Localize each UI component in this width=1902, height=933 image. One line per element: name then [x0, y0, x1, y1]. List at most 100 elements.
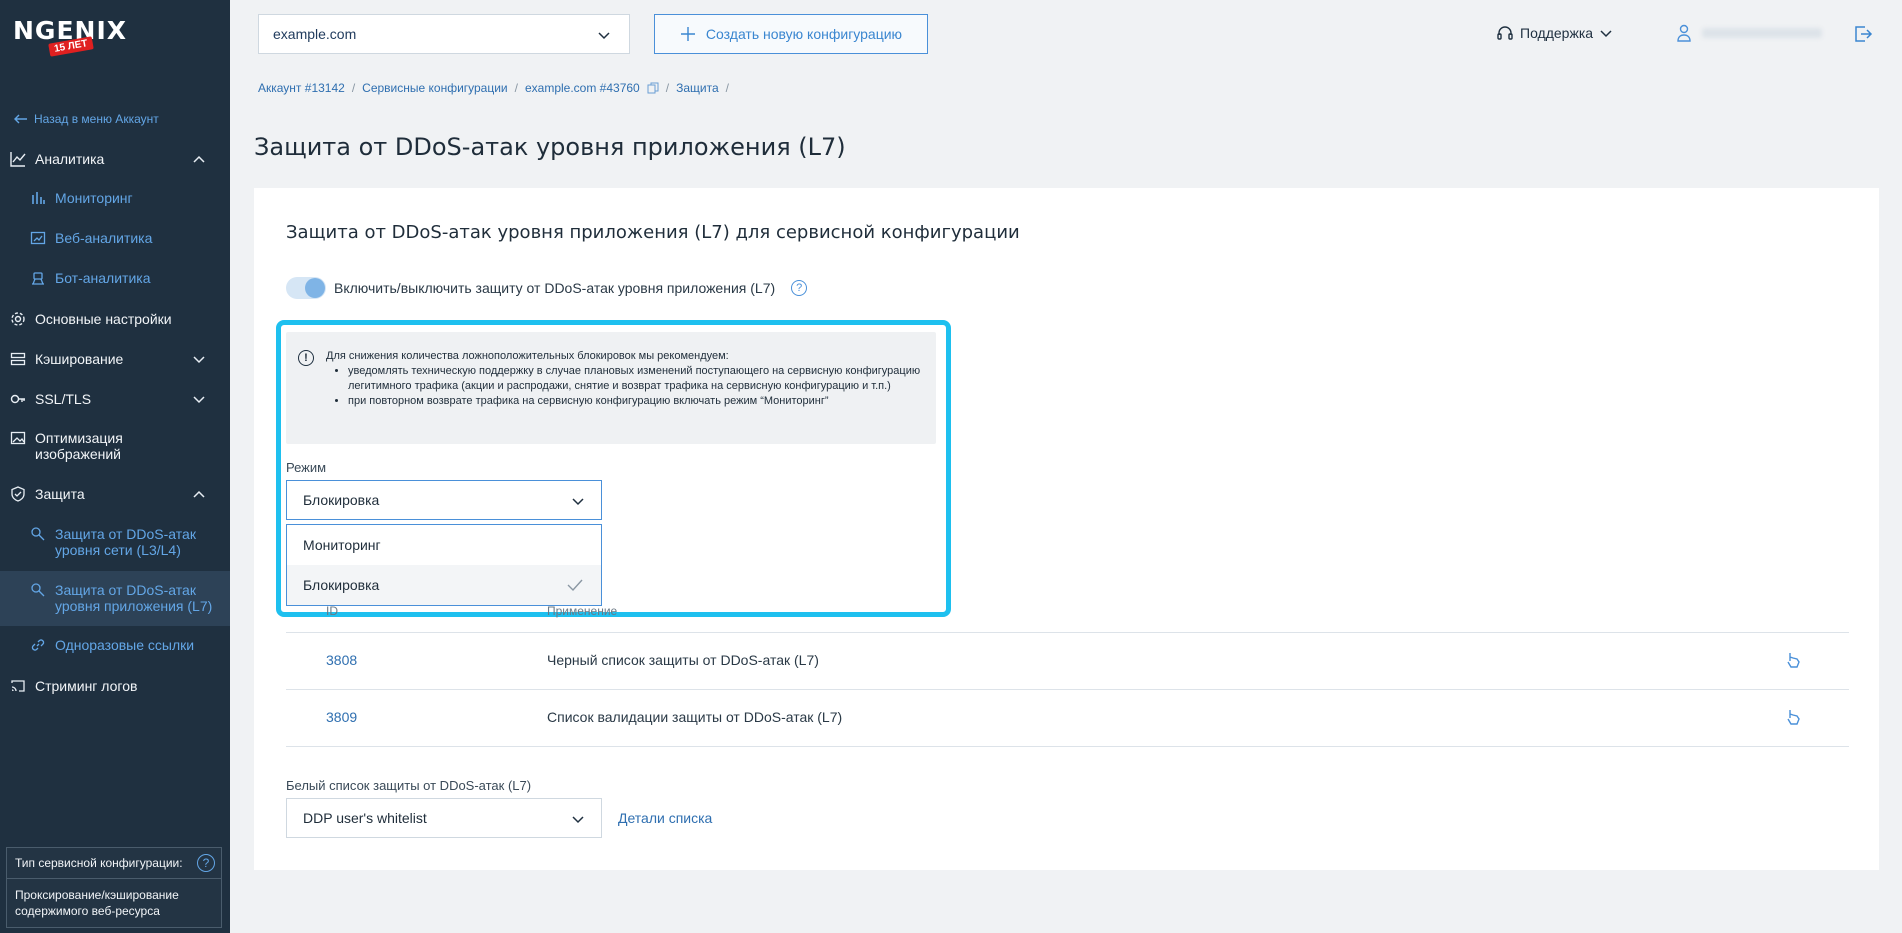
copy-icon[interactable]	[647, 82, 659, 94]
support-menu[interactable]: Поддержка	[1496, 24, 1613, 42]
column-header-id: ID	[326, 604, 338, 618]
breadcrumb: Аккаунт #13142 / Сервисные конфигурации …	[258, 81, 729, 95]
sidebar-item-label: Стриминг логов	[35, 678, 138, 694]
mode-select-value: Блокировка	[303, 492, 380, 508]
breadcrumb-config[interactable]: example.com #43760	[525, 81, 640, 95]
sidebar-item-basic-settings[interactable]: Основные настройки	[0, 310, 230, 328]
user-icon	[1677, 24, 1691, 42]
back-to-account-link[interactable]: Назад в меню Аккаунт	[14, 112, 159, 126]
chevron-down-icon	[598, 32, 610, 40]
recommendation-info-box: ! Для снижения количества ложноположител…	[286, 332, 936, 444]
bars-icon	[30, 190, 46, 206]
whitelist-select[interactable]: DDP user's whitelist	[286, 798, 602, 838]
link-icon	[30, 637, 46, 653]
sidebar-item-label: Кэширование	[35, 351, 124, 367]
chevron-up-icon	[193, 155, 205, 163]
chevron-down-icon	[572, 816, 584, 824]
sidebar-item-ssl[interactable]: SSL/TLS	[0, 390, 230, 408]
info-item: уведомлять техническую поддержку в случа…	[348, 364, 926, 394]
sidebar-item-ddos-l7[interactable]: Защита от DDoS-атак уровня приложения (L7…	[0, 571, 230, 626]
sidebar-item-log-streaming[interactable]: Стриминг логов	[0, 677, 230, 695]
whitelist-select-value: DDP user's whitelist	[303, 810, 427, 826]
breadcrumb-separator: /	[725, 81, 729, 95]
sidebar-item-label: Защита от DDoS-атак уровня сети (L3/L4)	[55, 526, 196, 558]
user-menu[interactable]	[1676, 24, 1822, 42]
mode-label: Режим	[286, 460, 327, 475]
sidebar-item-label: Защита	[35, 486, 85, 502]
bot-icon	[30, 270, 46, 286]
arrow-left-icon	[14, 114, 27, 124]
mode-dropdown: Мониторинг Блокировка	[286, 524, 602, 606]
breadcrumb-protection[interactable]: Защита	[676, 81, 719, 95]
create-config-button[interactable]: Создать новую конфигурацию	[654, 14, 928, 54]
breadcrumb-service-configs[interactable]: Сервисные конфигурации	[362, 81, 507, 95]
config-type-value: Проксирование/кэширование содержимого веб…	[15, 888, 179, 918]
row-name: Список валидации защиты от DDoS-атак (L7…	[547, 709, 843, 725]
sidebar-item-caching[interactable]: Кэширование	[0, 350, 230, 368]
hand-shield-icon	[30, 526, 46, 542]
mode-select[interactable]: Блокировка	[286, 480, 602, 520]
sidebar-item-ddos-l3l4[interactable]: Защита от DDoS-атак уровня сети (L3/L4)	[0, 526, 230, 560]
column-header-apply: Применение	[547, 604, 618, 618]
chevron-down-icon	[193, 396, 205, 404]
logout-button[interactable]	[1853, 24, 1873, 49]
row-action-button[interactable]	[1784, 708, 1802, 731]
sidebar-item-label: Бот-аналитика	[55, 270, 151, 286]
sidebar-item-analytics[interactable]: Аналитика	[0, 150, 230, 168]
sidebar-item-label: Мониторинг	[55, 190, 133, 206]
sidebar-item-label: Аналитика	[35, 151, 105, 167]
question-icon[interactable]: ?	[197, 854, 215, 872]
chevron-up-icon	[193, 490, 205, 498]
card-title: Защита от DDoS-атак уровня приложения (L…	[286, 222, 1020, 243]
sidebar-item-label: SSL/TLS	[35, 391, 92, 407]
info-intro: Для снижения количества ложноположительн…	[326, 350, 729, 362]
row-name: Черный список защиты от DDoS-атак (L7)	[547, 652, 819, 668]
config-type-panel: Тип сервисной конфигурации: ? Проксирова…	[6, 847, 222, 928]
row-action-button[interactable]	[1784, 651, 1802, 674]
support-label: Поддержка	[1520, 25, 1594, 41]
mode-option-monitoring[interactable]: Мониторинг	[287, 525, 601, 565]
sidebar-item-one-time-links[interactable]: Одноразовые ссылки	[0, 637, 230, 653]
table-divider	[286, 746, 1849, 747]
breadcrumb-separator: /	[351, 81, 356, 95]
option-label: Мониторинг	[303, 537, 381, 553]
sidebar-item-protection[interactable]: Защита	[0, 485, 230, 503]
gear-icon	[10, 311, 26, 327]
help-icon[interactable]: ?	[791, 280, 808, 296]
sidebar-item-label: Основные настройки	[35, 311, 172, 327]
whitelist-details-link[interactable]: Детали списка	[618, 810, 712, 826]
ngenix-logo[interactable]: NGENIX 15 ЛЕТ	[13, 16, 127, 57]
sidebar-item-web-analytics[interactable]: Веб-аналитика	[0, 230, 230, 246]
hand-shield-icon	[30, 582, 46, 598]
sidebar-item-image-optimization[interactable]: Оптимизация изображений	[0, 430, 230, 464]
create-config-label: Создать новую конфигурацию	[705, 26, 903, 42]
back-link-label: Назад в меню Аккаунт	[34, 112, 159, 126]
logout-icon	[1855, 26, 1873, 42]
mode-option-blocking[interactable]: Блокировка	[287, 565, 601, 605]
cast-icon	[10, 678, 26, 694]
config-type-header: Тип сервисной конфигурации: ?	[7, 848, 221, 879]
info-text: Для снижения количества ложноположительн…	[326, 349, 926, 409]
breadcrumb-account[interactable]: Аккаунт #13142	[258, 81, 345, 95]
chart-line-icon	[10, 151, 26, 167]
protection-toggle[interactable]	[286, 277, 326, 299]
image-icon	[10, 430, 26, 446]
row-id-link[interactable]: 3808	[326, 652, 357, 668]
hand-pointer-icon	[1787, 710, 1800, 725]
toggle-knob	[305, 278, 325, 298]
database-icon	[10, 351, 26, 367]
key-icon	[10, 391, 26, 407]
sidebar-item-bot-analytics[interactable]: Бот-аналитика	[0, 270, 230, 286]
headset-icon	[1497, 26, 1513, 40]
breadcrumb-separator: /	[514, 81, 518, 95]
page-title: Защита от DDoS-атак уровня приложения (L…	[254, 133, 846, 161]
domain-select[interactable]: example.com	[258, 14, 630, 54]
sidebar-item-label: Веб-аналитика	[55, 230, 153, 246]
sidebar: NGENIX 15 ЛЕТ Назад в меню Аккаунт Анали…	[0, 0, 230, 933]
protection-toggle-row: Включить/выключить защиту от DDoS-атак у…	[286, 277, 808, 299]
toggle-label: Включить/выключить защиту от DDoS-атак у…	[334, 280, 776, 296]
check-icon	[567, 579, 583, 592]
sidebar-item-monitoring[interactable]: Мониторинг	[0, 190, 230, 206]
row-id-link[interactable]: 3809	[326, 709, 357, 725]
chevron-down-icon	[1600, 30, 1612, 38]
